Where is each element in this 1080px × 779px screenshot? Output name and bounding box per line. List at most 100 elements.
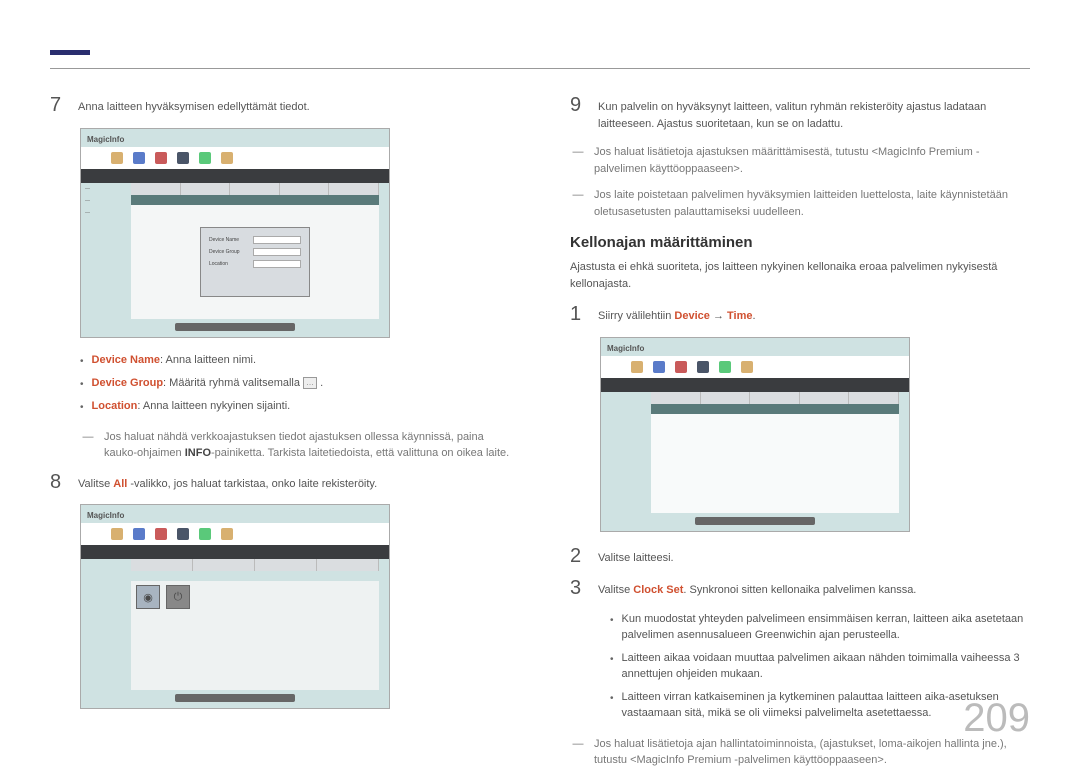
app-logo: MagicInfo <box>87 135 124 144</box>
table-header <box>131 195 379 205</box>
step-2: 2 Valitse laitteesi. <box>570 546 1030 567</box>
toolbar-icon <box>653 361 665 373</box>
app-toolbar <box>81 523 389 545</box>
tab <box>329 183 379 195</box>
sidebar-item: — <box>81 207 129 219</box>
note: ― Jos laite poistetaan palvelimen hyväks… <box>570 187 1030 220</box>
tab-bar <box>131 559 379 571</box>
step-8: 8 Valitse All -valikko, jos haluat tarki… <box>50 472 510 493</box>
step-number: 1 <box>570 304 584 325</box>
pager-strip <box>695 517 815 525</box>
subsection-heading: Kellonajan määrittäminen <box>570 234 1030 251</box>
approval-dialog: Device Name Device Group Location <box>200 227 310 297</box>
subsection-intro: Ajastusta ei ehkä suoriteta, jos laittee… <box>570 259 1030 292</box>
list-item: • Kun muodostat yhteyden palvelimeen ens… <box>610 611 1030 644</box>
app-logo: MagicInfo <box>87 511 124 520</box>
field-name: Location <box>92 400 138 412</box>
step-number: 8 <box>50 472 64 493</box>
content-area <box>651 414 899 513</box>
bullet-icon: • <box>610 689 614 722</box>
tab <box>317 559 379 571</box>
step-text: Siirry välilehtiin Device → Time. <box>598 304 1030 325</box>
item-text: Location: Anna laitteen nykyinen sijaint… <box>92 398 291 415</box>
toolbar-icon <box>177 528 189 540</box>
app-menubar <box>81 169 389 183</box>
app-sidebar <box>601 392 649 521</box>
note: ― Jos haluat nähdä verkkoajastuksen tied… <box>80 429 510 462</box>
tab <box>701 392 751 404</box>
note-text: Jos haluat lisätietoja ajastuksen määrit… <box>594 144 1030 177</box>
content-columns: 7 Anna laitteen hyväksymisen edellyttämä… <box>50 95 1030 779</box>
field-label: Device Name <box>209 237 249 243</box>
step-7: 7 Anna laitteen hyväksymisen edellyttämä… <box>50 95 510 116</box>
app-sidebar: — — — <box>81 183 129 327</box>
dialog-row: Device Name <box>209 236 301 244</box>
tab <box>255 559 317 571</box>
note: ― Jos haluat lisätietoja ajastuksen määr… <box>570 144 1030 177</box>
toolbar-icon <box>199 528 211 540</box>
tab <box>800 392 850 404</box>
toolbar-icon <box>155 152 167 164</box>
screenshot-time-tab: MagicInfo <box>600 337 910 532</box>
bullet-icon: • <box>610 611 614 644</box>
app-logo: MagicInfo <box>607 344 644 353</box>
header-rule <box>50 68 1030 69</box>
field-input <box>253 248 301 256</box>
field-input <box>253 260 301 268</box>
field-name: Device Group <box>92 377 164 389</box>
step-text: Kun palvelin on hyväksynyt laitteen, val… <box>598 95 1030 132</box>
page-number: 209 <box>963 696 1030 741</box>
device-tile: ◉ <box>136 585 160 609</box>
left-column: 7 Anna laitteen hyväksymisen edellyttämä… <box>50 95 510 779</box>
list-item: • Laitteen aikaa voidaan muuttaa palveli… <box>610 650 1030 683</box>
dialog-row: Device Group <box>209 248 301 256</box>
dash-icon: ― <box>570 736 586 769</box>
toolbar-icon <box>199 152 211 164</box>
sidebar-item: — <box>81 183 129 195</box>
toolbar-icon <box>111 528 123 540</box>
item-text: Laitteen aikaa voidaan muuttaa palvelime… <box>622 650 1030 683</box>
toolbar-icon <box>111 152 123 164</box>
step-number: 7 <box>50 95 64 116</box>
list-item: • Device Name: Anna laitteen nimi. <box>80 352 510 369</box>
app-sidebar <box>81 559 129 698</box>
bullet-icon: • <box>610 650 614 683</box>
step-1: 1 Siirry välilehtiin Device → Time. <box>570 304 1030 325</box>
toolbar-icon <box>719 361 731 373</box>
step-number: 2 <box>570 546 584 567</box>
step-text: Anna laitteen hyväksymisen edellyttämät … <box>78 95 510 116</box>
field-input <box>253 236 301 244</box>
note-text: Jos haluat nähdä verkkoajastuksen tiedot… <box>104 429 510 462</box>
note-text: Jos laite poistetaan palvelimen hyväksym… <box>594 187 1030 220</box>
device-grid: ◉ ⏻ <box>136 585 190 609</box>
toolbar-icon <box>221 152 233 164</box>
field-description-list: • Device Name: Anna laitteen nimi. • Dev… <box>80 352 510 415</box>
step-number: 9 <box>570 95 584 132</box>
step-9: 9 Kun palvelin on hyväksynyt laitteen, v… <box>570 95 1030 132</box>
app-menubar <box>81 545 389 559</box>
right-column: 9 Kun palvelin on hyväksynyt laitteen, v… <box>570 95 1030 779</box>
table-header <box>651 404 899 414</box>
tab <box>131 559 193 571</box>
content-area: Device Name Device Group Location <box>131 205 379 319</box>
step-text: Valitse All -valikko, jos haluat tarkist… <box>78 472 510 493</box>
header-accent <box>50 50 90 55</box>
bullet-icon: • <box>80 398 84 415</box>
bullet-icon: • <box>80 352 84 369</box>
step-text: Valitse Clock Set. Synkronoi sitten kell… <box>598 578 1030 599</box>
step-number: 3 <box>570 578 584 599</box>
toolbar-icon <box>675 361 687 373</box>
sidebar-item: — <box>81 195 129 207</box>
screenshot-device-approval: MagicInfo — — — <box>80 128 390 338</box>
field-label: Location <box>209 261 249 267</box>
toolbar-icon <box>631 361 643 373</box>
tab <box>230 183 280 195</box>
tab <box>181 183 231 195</box>
tab <box>750 392 800 404</box>
dash-icon: ― <box>570 144 586 177</box>
toolbar-icon <box>155 528 167 540</box>
browse-button-icon: … <box>303 377 317 389</box>
list-item: • Device Group: Määritä ryhmä valitsemal… <box>80 375 510 392</box>
toolbar-icon <box>133 152 145 164</box>
tab <box>193 559 255 571</box>
